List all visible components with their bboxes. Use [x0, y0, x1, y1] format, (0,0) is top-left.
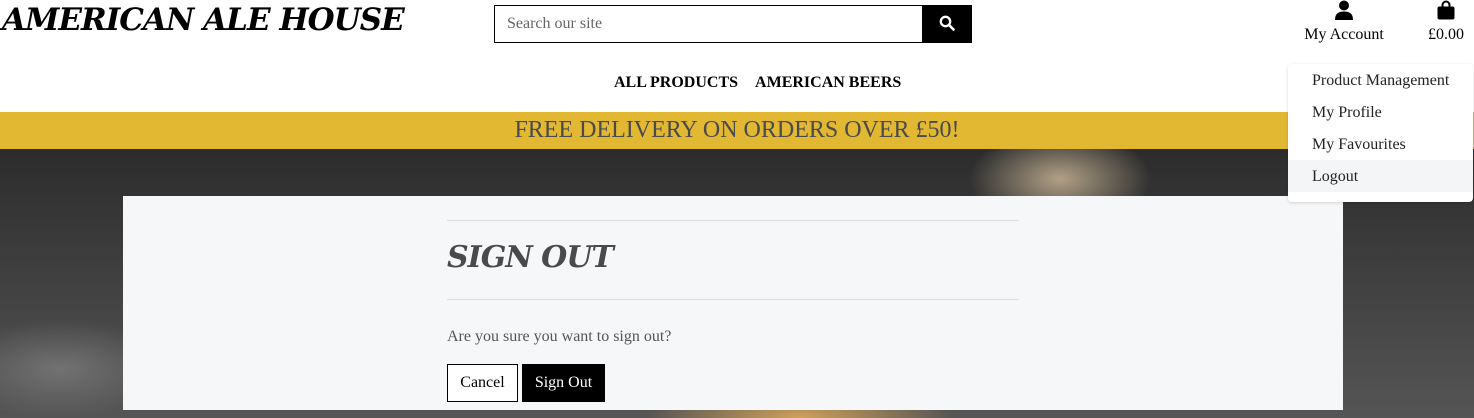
top-divider	[447, 220, 1019, 221]
shopping-bag-button[interactable]: £0.00	[1420, 0, 1472, 44]
menu-item-my-profile[interactable]: My Profile	[1288, 96, 1473, 128]
search-form	[494, 5, 972, 43]
menu-item-product-management[interactable]: Product Management	[1288, 64, 1473, 96]
user-icon	[1296, 0, 1392, 20]
page-title: SIGN OUT	[447, 240, 614, 275]
sign-out-button[interactable]: Sign Out	[522, 364, 605, 402]
shopping-bag-icon	[1420, 0, 1472, 20]
search-icon	[939, 15, 955, 34]
delivery-banner-text: FREE DELIVERY ON ORDERS OVER £50!	[514, 117, 960, 143]
search-button[interactable]	[922, 5, 972, 43]
main-nav: ALL PRODUCTS AMERICAN BEERS	[614, 74, 901, 92]
my-account-button[interactable]: My Account	[1296, 0, 1392, 44]
nav-american-beers[interactable]: AMERICAN BEERS	[755, 74, 901, 92]
my-account-label: My Account	[1304, 26, 1384, 43]
delivery-banner: FREE DELIVERY ON ORDERS OVER £50!	[0, 112, 1474, 149]
signout-card: SIGN OUT Are you sure you want to sign o…	[123, 196, 1343, 410]
search-input[interactable]	[494, 5, 922, 43]
signout-prompt: Are you sure you want to sign out?	[447, 328, 672, 345]
signout-actions: Cancel Sign Out	[447, 364, 1019, 402]
site-logo[interactable]: AMERICAN ALE HOUSE	[2, 2, 405, 38]
signout-content: SIGN OUT Are you sure you want to sign o…	[447, 220, 1019, 402]
nav-all-products[interactable]: ALL PRODUCTS	[614, 74, 738, 92]
account-dropdown-menu: Product Management My Profile My Favouri…	[1288, 64, 1473, 202]
site-header: AMERICAN ALE HOUSE My Account	[0, 0, 1474, 112]
menu-item-my-favourites[interactable]: My Favourites	[1288, 128, 1473, 160]
bottom-divider	[447, 299, 1019, 300]
cancel-button[interactable]: Cancel	[447, 364, 518, 402]
menu-item-logout[interactable]: Logout	[1288, 160, 1473, 192]
bag-total: £0.00	[1428, 26, 1464, 43]
